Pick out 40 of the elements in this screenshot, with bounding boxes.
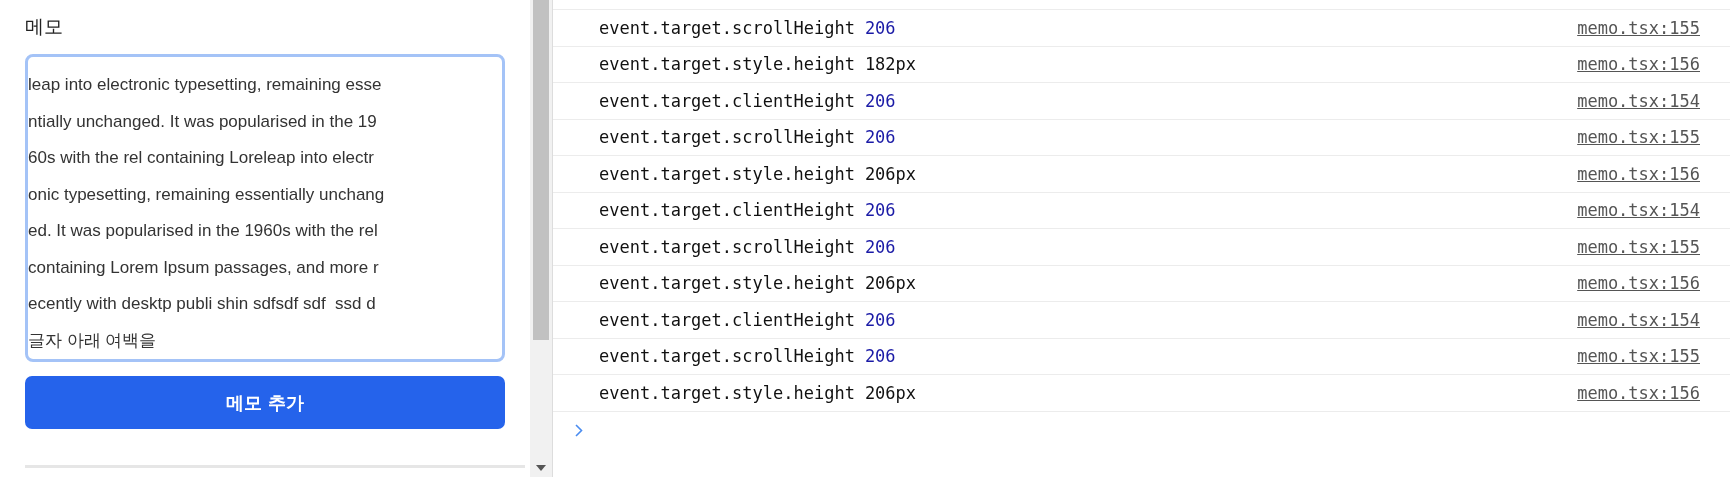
source-link[interactable]: memo.tsx:156 [1577,54,1700,75]
log-message: event.target.scrollHeight [599,236,855,257]
source-link[interactable]: memo.tsx:155 [1577,17,1700,38]
source-link[interactable]: memo.tsx:155 [1577,346,1700,367]
source-link[interactable]: memo.tsx:155 [1577,236,1700,257]
log-value: 206 [864,236,896,257]
source-link[interactable]: memo.tsx:156 [1577,382,1700,403]
log-message: event.target.scrollHeight [599,346,855,367]
add-memo-button[interactable]: 메모 추가 [25,376,505,429]
source-link[interactable]: memo.tsx:156 [1577,273,1700,294]
log-value: 206 [864,346,896,367]
memo-textarea[interactable]: leap into electronic typesetting, remaining esse ntially unchanged. It was popularised in the 19 60s with the rel containing Loreleap into electr onic typesetting, remaining essentially unchang ed. It was popularised in the 1960s with the rel containing Lorem Ipsum passages, and more r ecently with desktp publi shin sdfsdf sdf ssd d 글자 아래 여백을 [25,54,505,362]
log-message: event.target.style.height [599,273,855,294]
log-message: event.target.scrollHeight [599,17,855,38]
scroll-down-icon[interactable] [536,465,546,471]
log-value: 206 [864,17,896,38]
log-value: 206px [864,273,917,294]
prompt-chevron-icon[interactable] [575,423,583,437]
log-value: 206px [864,163,917,184]
log-message: event.target.clientHeight [599,309,855,330]
log-value: 206 [864,200,896,221]
memo-heading: 메모 [25,14,64,39]
source-link[interactable]: memo.tsx:154 [1577,200,1700,221]
log-value: 206 [864,127,896,148]
scrollbar[interactable] [530,0,553,477]
source-link[interactable]: memo.tsx:154 [1577,90,1700,111]
source-link[interactable]: memo.tsx:154 [1577,309,1700,330]
log-message: event.target.style.height [599,54,855,75]
log-value: 206 [864,90,896,111]
log-value: 206px [864,382,917,403]
log-message: event.target.clientHeight [599,90,855,111]
scrollbar-thumb[interactable] [533,0,549,340]
source-link[interactable]: memo.tsx:155 [1577,127,1700,148]
log-message: event.target.clientHeight [599,200,855,221]
log-message: event.target.style.height [599,163,855,184]
log-value: 182px [864,54,917,75]
log-message: event.target.scrollHeight [599,127,855,148]
source-link[interactable]: memo.tsx:156 [1577,163,1700,184]
log-message: event.target.style.height [599,382,855,403]
log-value: 206 [864,309,896,330]
